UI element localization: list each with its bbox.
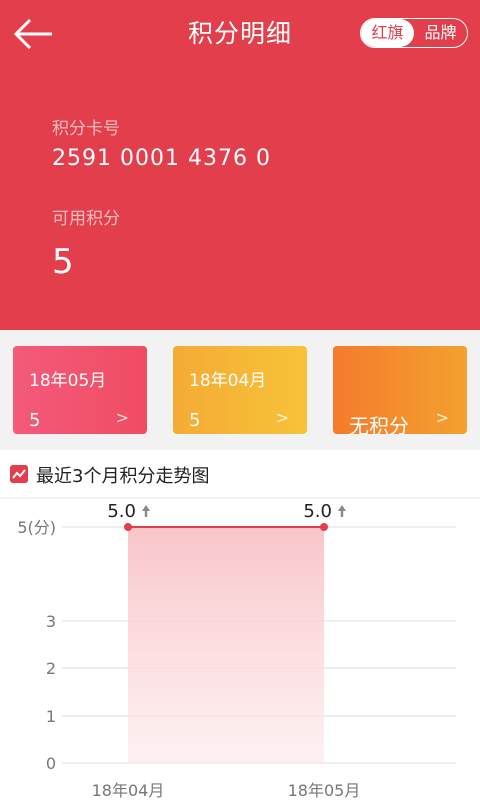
data-point <box>320 523 328 531</box>
no-points-label: 无积分 <box>349 414 409 438</box>
y-tick-label: 3 <box>46 612 56 631</box>
data-label: 5.0 <box>107 501 136 522</box>
chevron-right-icon: > <box>435 408 449 427</box>
up-arrow-icon <box>142 505 150 511</box>
month-date: 18年04月 <box>189 371 267 391</box>
points-header: 积分明细 红旗 品牌 积分卡号 2591 0001 4376 0 可用积分 5 <box>0 0 480 330</box>
toggle-hongqi[interactable]: 红旗 <box>361 19 414 47</box>
y-tick-label: 5(分) <box>17 518 56 537</box>
month-card-none[interactable]: 无积分 > <box>333 346 467 438</box>
chevron-right-icon: > <box>115 408 129 427</box>
data-label: 5.0 <box>303 501 332 522</box>
x-tick-label: 18年05月 <box>288 781 361 800</box>
up-arrow-icon <box>338 505 346 511</box>
month-card-1805[interactable]: 18年05月 5 > <box>13 346 147 434</box>
y-tick-label: 1 <box>46 707 56 726</box>
card-number-label: 积分卡号 <box>52 119 120 139</box>
up-arrow-icon <box>144 511 148 517</box>
data-point <box>124 523 132 531</box>
month-date: 18年05月 <box>29 371 107 391</box>
y-tick-label: 2 <box>46 659 56 678</box>
month-cards: 18年05月 5 > 18年04月 5 > 无积分 > <box>0 330 480 450</box>
month-card-1804[interactable]: 18年04月 5 > <box>173 346 307 434</box>
brand-toggle[interactable]: 红旗 品牌 <box>360 18 468 48</box>
available-points-value: 5 <box>52 242 74 282</box>
trend-chart: 0 1 2 3 5(分) 5.0 5.0 18年04月 18年05月 <box>0 497 480 800</box>
available-points-label: 可用积分 <box>52 209 120 229</box>
up-arrow-icon <box>340 511 344 517</box>
month-points: 5 <box>29 410 41 431</box>
chevron-right-icon: > <box>275 408 289 427</box>
trend-section: 最近3个月积分走势图 0 1 2 3 5(分) 5.0 5.0 18年04月 18年05月 <box>0 450 480 800</box>
y-tick-label: 0 <box>46 754 56 773</box>
x-tick-label: 18年04月 <box>92 781 165 800</box>
card-number: 2591 0001 4376 0 <box>52 146 271 171</box>
toggle-brand[interactable]: 品牌 <box>414 19 467 47</box>
month-points: 5 <box>189 410 201 431</box>
area-fill <box>128 527 324 763</box>
